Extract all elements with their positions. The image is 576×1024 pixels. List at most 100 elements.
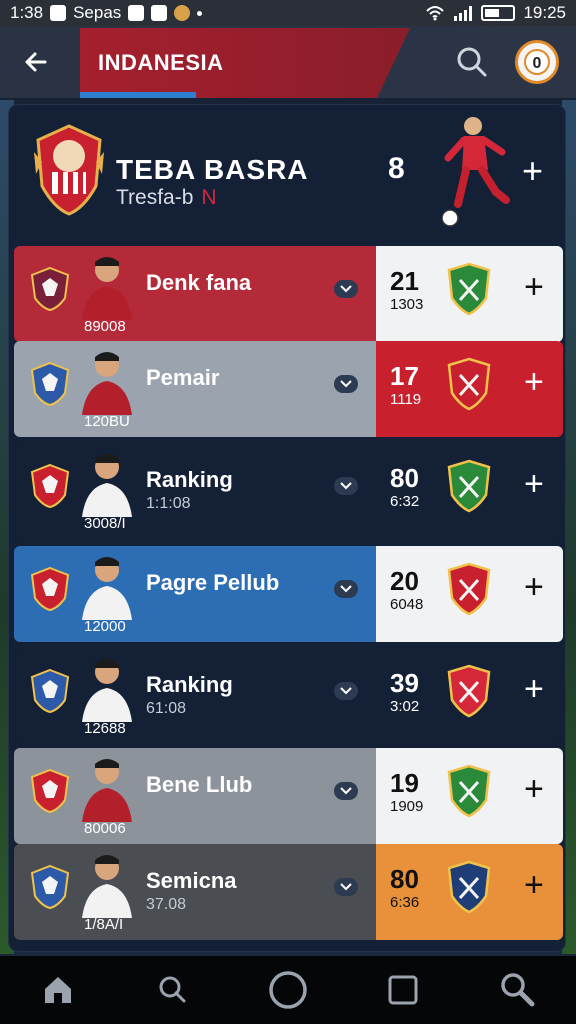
expand-button[interactable] (334, 878, 358, 896)
profile-badge-icon: 0 (524, 49, 550, 75)
row-right-panel: 21 1303 + (376, 246, 563, 342)
circle-home-icon (269, 971, 307, 1009)
row-score-sub: 1909 (390, 798, 424, 815)
page-title: INDANESIA (98, 50, 224, 75)
expand-button[interactable] (334, 375, 358, 393)
row-right-panel: 20 6048 + (376, 546, 563, 642)
match-row[interactable]: 3008/I Ranking 1:1:08 80 6:32 + (14, 443, 563, 539)
title-underline (80, 92, 196, 98)
player-avatar (82, 557, 132, 620)
add-button[interactable]: + (524, 363, 544, 402)
search-icon (457, 47, 487, 77)
bottom-nav (0, 956, 576, 1024)
player-number: 80006 (84, 820, 126, 837)
team-crest-icon (30, 361, 70, 407)
add-button[interactable]: + (524, 670, 544, 709)
app-header: INDANESIA 0 (0, 26, 576, 98)
club-badge-icon (447, 664, 491, 718)
player-number: 12000 (84, 618, 126, 635)
row-score-sub: 6048 (390, 596, 424, 613)
nav-home-button[interactable] (28, 960, 88, 1020)
row-score-sub: 1303 (390, 296, 424, 313)
chevron-down-icon (340, 787, 352, 795)
team-name: TEBA BASRA (116, 154, 309, 185)
add-button[interactable]: + (524, 268, 544, 307)
search-button[interactable] (452, 42, 492, 82)
home-icon (44, 977, 71, 1003)
notification-icon (50, 5, 67, 21)
status-bar: 1:38 Sepas 19:25 (0, 0, 576, 26)
square-recent-icon (388, 975, 418, 1005)
row-left-panel: 80006 Bene Llub (14, 748, 376, 844)
title-banner: INDANESIA (80, 28, 410, 98)
row-left-panel: 1/8A/I Semicna 37.08 (14, 844, 376, 940)
club-badge-icon (447, 860, 491, 914)
profile-avatar-button[interactable]: 0 (515, 40, 559, 84)
status-time: 1:38 (10, 3, 44, 22)
row-left-panel: 89008 Denk fana (14, 246, 376, 342)
match-row[interactable]: 89008 Denk fana 21 1303 + (14, 246, 563, 342)
row-score: 21 (390, 266, 419, 296)
expand-button[interactable] (334, 782, 358, 800)
chevron-down-icon (340, 285, 352, 293)
row-right-panel: 17 1119 + (376, 341, 563, 437)
row-score-sub: 6:32 (390, 493, 420, 510)
match-row[interactable]: 120BU Pemair 17 1119 + (14, 341, 563, 437)
hero-add-button[interactable]: + (522, 150, 543, 192)
team-crest-icon (30, 463, 70, 509)
row-title: Denk fana (146, 270, 252, 295)
expand-button[interactable] (334, 580, 358, 598)
row-title: Bene Llub (146, 772, 253, 797)
expand-button[interactable] (334, 477, 358, 495)
chevron-down-icon (340, 380, 352, 388)
team-crest-icon (30, 768, 70, 814)
nav-circle-home-button[interactable] (258, 960, 318, 1020)
row-title: Ranking (146, 467, 233, 492)
match-row[interactable]: 12688 Ranking 61:08 39 3:02 + (14, 648, 563, 744)
nav-recents-button[interactable] (373, 960, 433, 1020)
row-score-sub: 6:36 (390, 894, 420, 911)
club-badge-icon (447, 357, 491, 411)
signal-icon (454, 6, 473, 21)
row-time: 1:1:08 (146, 495, 191, 512)
player-action-image (441, 117, 510, 227)
player-number: 1/8A/I (84, 916, 124, 933)
team-subtitle-text: Tresfa-b (116, 186, 194, 209)
club-badge-icon (447, 262, 491, 316)
add-button[interactable]: + (524, 866, 544, 905)
team-subtitle: Tresfa-b N (116, 186, 217, 210)
team-subtitle-accent: N (201, 186, 217, 209)
search-icon (159, 976, 186, 1003)
row-right-panel: 39 3:02 + (376, 648, 563, 744)
back-button[interactable] (18, 44, 54, 80)
row-right-panel: 19 1909 + (376, 748, 563, 844)
row-score: 19 (390, 768, 419, 798)
match-row[interactable]: 12000 Pagre Pellub 20 6048 + (14, 546, 563, 642)
nav-search-button[interactable] (143, 960, 203, 1020)
chevron-down-icon (340, 883, 352, 891)
team-count: 8 (388, 152, 405, 185)
row-time: 61:08 (146, 700, 187, 717)
row-title: Pemair (146, 365, 220, 390)
player-avatar (82, 257, 132, 320)
row-score-sub: 1119 (390, 391, 422, 408)
expand-button[interactable] (334, 682, 358, 700)
match-row[interactable]: 80006 Bene Llub 19 1909 + (14, 748, 563, 844)
game-icon (174, 5, 191, 21)
club-badge-icon (447, 459, 491, 513)
player-number: 3008/I (84, 515, 126, 532)
row-left-panel: 120BU Pemair (14, 341, 376, 437)
row-score: 17 (390, 361, 419, 391)
expand-button[interactable] (334, 280, 358, 298)
player-number: 120BU (84, 413, 130, 430)
row-left-panel: 12688 Ranking 61:08 (14, 648, 376, 744)
match-row[interactable]: 1/8A/I Semicna 37.08 80 6:36 + (14, 844, 563, 940)
add-button[interactable]: + (524, 770, 544, 809)
add-button[interactable]: + (524, 465, 544, 504)
row-title: Semicna (146, 868, 237, 893)
row-title: Pagre Pellub (146, 570, 280, 595)
battery-icon (481, 5, 516, 21)
nav-magnify-button[interactable] (488, 960, 548, 1020)
row-score: 20 (390, 566, 419, 596)
add-button[interactable]: + (524, 568, 544, 607)
